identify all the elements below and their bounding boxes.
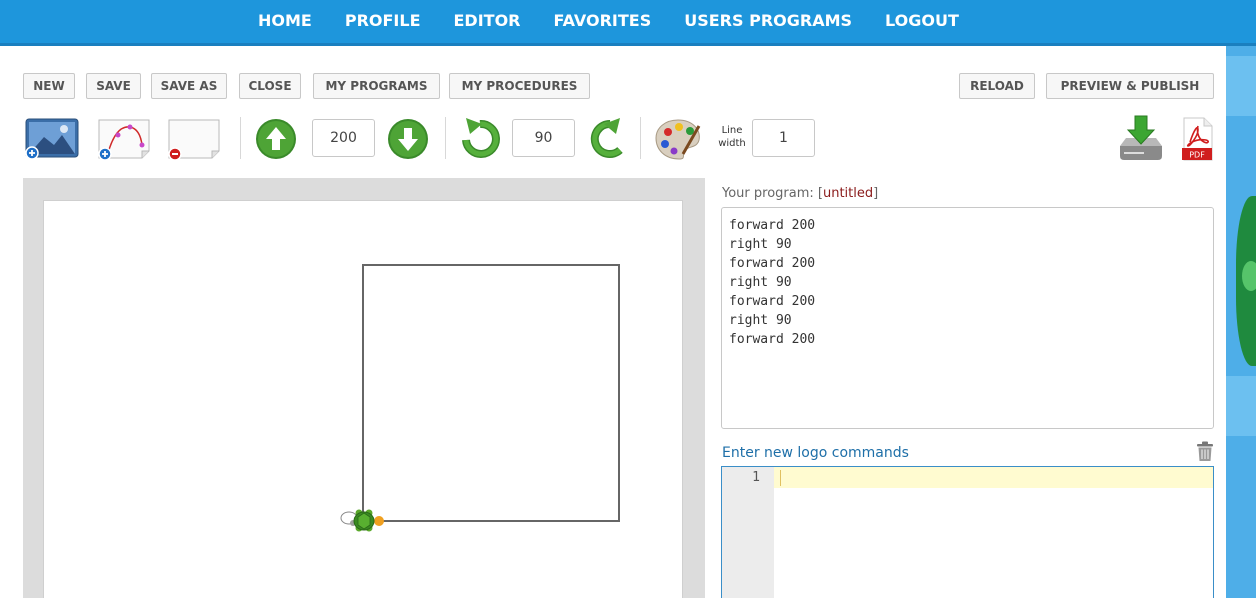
program-listing: forward 200 right 90 forward 200 right 9… (721, 207, 1214, 429)
turtle-icon (340, 509, 384, 532)
program-label-text: Your program: (722, 186, 818, 201)
decoration-band (1226, 376, 1256, 436)
program-line: right 90 (729, 313, 792, 328)
save-button[interactable]: SAVE (86, 73, 141, 99)
move-distance-input[interactable]: 200 (312, 119, 375, 157)
nav-items: HOME PROFILE EDITOR FAVORITES USERS PROG… (258, 11, 992, 30)
path-plus-icon[interactable] (96, 117, 152, 161)
nav-shadow (0, 43, 1256, 46)
editor-gutter: 1 (722, 467, 774, 598)
download-icon[interactable] (1116, 114, 1166, 162)
editor-active-line (774, 467, 1213, 488)
image-plus-icon[interactable] (24, 117, 80, 161)
pdf-icon-label: PDF (1189, 151, 1205, 160)
leaf-decoration (1242, 261, 1256, 291)
canvas-container (23, 178, 705, 598)
program-line: forward 200 (729, 332, 816, 347)
top-navigation: HOME PROFILE EDITOR FAVORITES USERS PROG… (0, 0, 1256, 46)
close-button[interactable]: CLOSE (239, 73, 301, 99)
my-procedures-button[interactable]: MY PROCEDURES (449, 73, 590, 99)
nav-profile[interactable]: PROFILE (345, 11, 421, 30)
arrow-up-icon[interactable] (254, 117, 298, 161)
drawn-path (362, 264, 620, 522)
palette-icon[interactable] (653, 116, 703, 162)
reload-button[interactable]: RELOAD (959, 73, 1035, 99)
my-programs-button[interactable]: MY PROGRAMS (313, 73, 440, 99)
trash-icon[interactable] (1196, 441, 1214, 462)
rotate-left-icon[interactable] (460, 116, 500, 162)
preview-publish-button[interactable]: PREVIEW & PUBLISH (1046, 73, 1214, 99)
toolbar-separator (445, 117, 446, 159)
program-line: forward 200 (729, 256, 816, 271)
program-name-bracket-close: ] (873, 186, 879, 201)
toolbar-separator (240, 117, 241, 159)
rotate-right-icon[interactable] (586, 116, 626, 162)
nav-favorites[interactable]: FAVORITES (554, 11, 652, 30)
nav-users-programs[interactable]: USERS PROGRAMS (684, 11, 852, 30)
toolbar-separator (640, 117, 641, 159)
save-as-button[interactable]: SAVE AS (151, 73, 227, 99)
line-width-label: Line width (714, 124, 750, 150)
program-line: right 90 (729, 237, 792, 252)
line-width-input[interactable]: 1 (752, 119, 815, 157)
line-width-label-line2: width (718, 138, 746, 149)
nav-logout[interactable]: LOGOUT (885, 11, 959, 30)
editor-line-number: 1 (752, 470, 760, 485)
page-minus-icon[interactable] (166, 117, 222, 161)
command-editor[interactable]: 1 (721, 466, 1214, 598)
nav-home[interactable]: HOME (258, 11, 312, 30)
nav-editor[interactable]: EDITOR (454, 11, 521, 30)
enter-commands-label: Enter new logo commands (722, 445, 909, 461)
program-line: right 90 (729, 275, 792, 290)
program-name: untitled (822, 186, 874, 201)
program-label: Your program: [untitled] (722, 186, 878, 201)
new-button[interactable]: NEW (23, 73, 75, 99)
pdf-icon[interactable]: PDF (1180, 116, 1214, 162)
program-line: forward 200 (729, 218, 816, 233)
editor-cursor (780, 470, 781, 486)
line-width-label-line1: Line (721, 125, 743, 136)
program-line: forward 200 (729, 294, 816, 309)
drawing-svg (340, 264, 620, 532)
decoration-band (1226, 56, 1256, 116)
arrow-down-icon[interactable] (386, 117, 430, 161)
background-decoration (1226, 46, 1256, 598)
drawing-canvas[interactable] (43, 200, 683, 598)
turn-angle-input[interactable]: 90 (512, 119, 575, 157)
